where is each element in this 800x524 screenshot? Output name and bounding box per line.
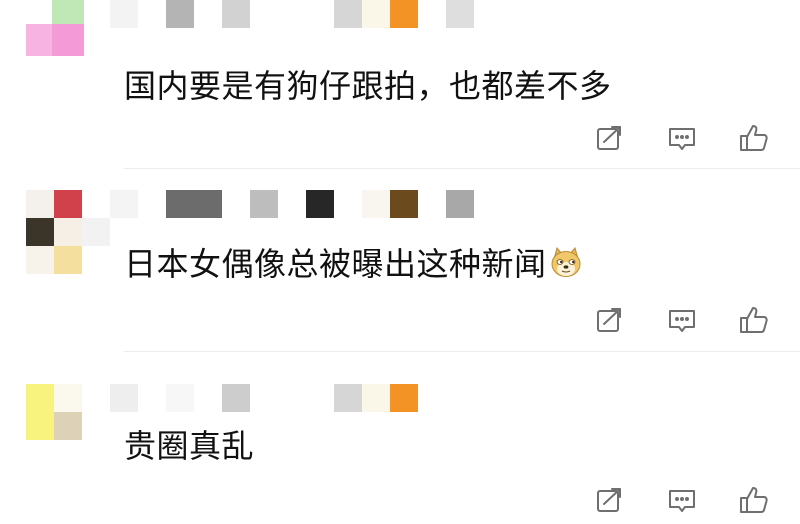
- repost-icon: [597, 308, 621, 332]
- like-button[interactable]: [738, 484, 770, 516]
- doge-emoji-icon: [549, 245, 583, 288]
- comment-text: 日本女偶像总被曝出这种新闻: [124, 244, 583, 288]
- comment-actions: [594, 304, 770, 336]
- comment-actions: [594, 122, 770, 154]
- comment-item: 国内要是有狗仔跟拍，也都差不多: [0, 0, 800, 170]
- comment-button[interactable]: [666, 304, 698, 336]
- comment-text: 贵圈真乱: [124, 427, 255, 465]
- avatar[interactable]: [26, 0, 84, 58]
- avatar[interactable]: [26, 384, 84, 442]
- thumbs-up-icon: [740, 125, 768, 151]
- comment-button[interactable]: [666, 484, 698, 516]
- thumbs-up-icon: [740, 487, 768, 513]
- repost-button[interactable]: [594, 304, 626, 336]
- repost-icon: [597, 488, 621, 512]
- like-button[interactable]: [738, 122, 770, 154]
- comment-icon: [669, 128, 695, 150]
- comment-button[interactable]: [666, 122, 698, 154]
- avatar[interactable]: [26, 190, 110, 274]
- repost-button[interactable]: [594, 484, 626, 516]
- comment-icon: [669, 310, 695, 332]
- divider: [124, 168, 800, 169]
- repost-icon: [597, 126, 621, 150]
- like-button[interactable]: [738, 304, 770, 336]
- repost-button[interactable]: [594, 122, 626, 154]
- comment-item: 日本女偶像总被曝出这种新闻: [0, 190, 800, 352]
- thumbs-up-icon: [740, 307, 768, 333]
- comment-item: 贵圈真乱: [0, 384, 800, 524]
- comment-text-content: 日本女偶像总被曝出这种新闻: [124, 245, 547, 283]
- comment-text: 国内要是有狗仔跟拍，也都差不多: [124, 67, 612, 105]
- comment-icon: [669, 490, 695, 512]
- comment-actions: [594, 484, 770, 516]
- divider: [124, 351, 800, 352]
